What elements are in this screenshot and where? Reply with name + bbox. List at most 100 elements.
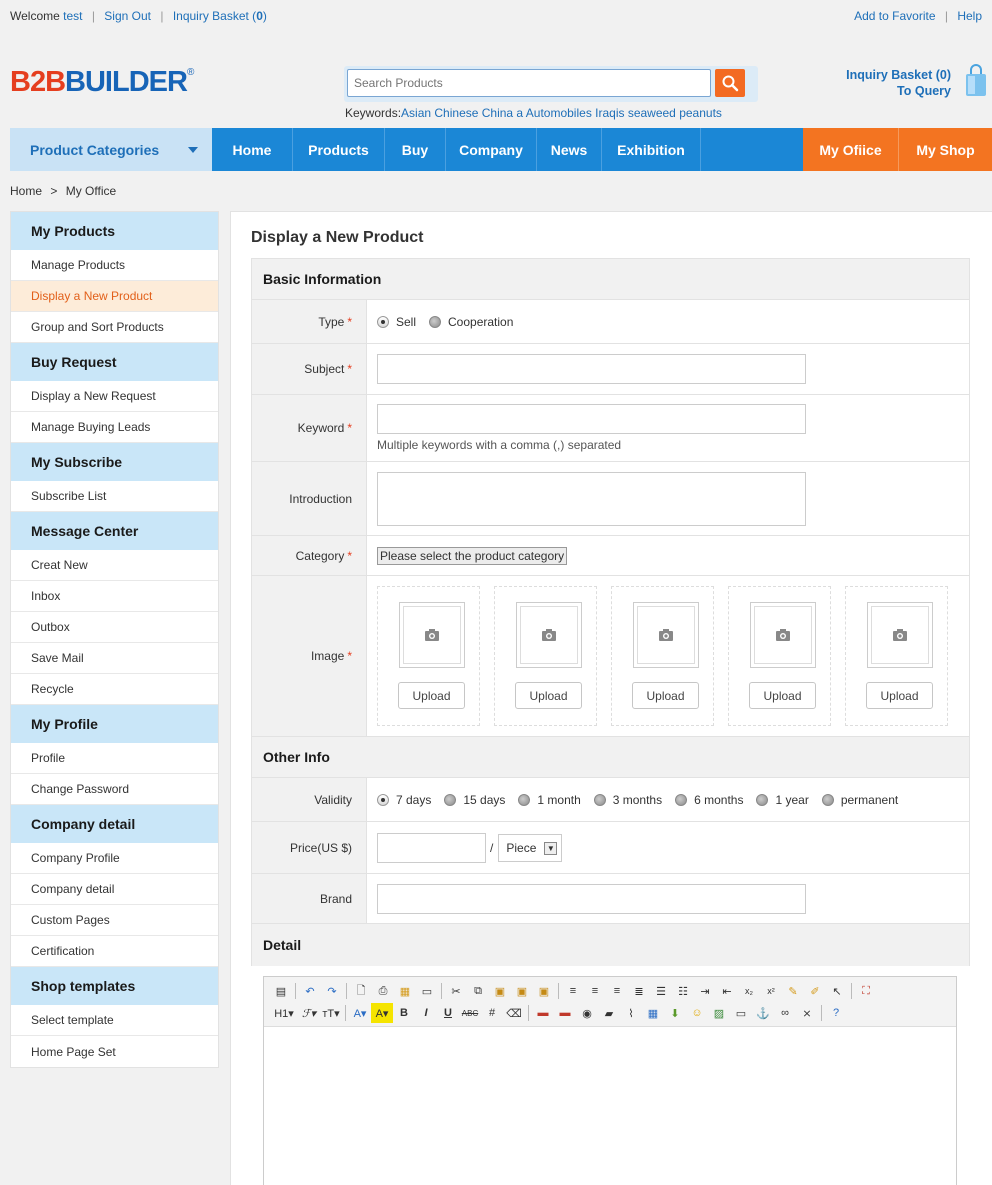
highlight-color-icon[interactable]: A▾ xyxy=(371,1003,393,1023)
sidebar-item-inbox[interactable]: Inbox xyxy=(11,581,218,612)
align-center-icon[interactable]: ≡ xyxy=(584,981,606,1001)
insert-image-icon[interactable]: ▬ xyxy=(532,1003,554,1023)
nav-item-my-shop[interactable]: My Shop xyxy=(899,128,992,171)
inquiry-basket-link[interactable]: Inquiry Basket (0) xyxy=(173,9,267,23)
emoticon-icon[interactable]: ☺ xyxy=(686,1003,708,1023)
radio-1-month[interactable]: 1 month xyxy=(518,793,581,807)
sidebar-item-company-detail[interactable]: Company detail xyxy=(11,874,218,905)
nav-item-home[interactable]: Home xyxy=(212,128,293,171)
nav-item-exhibition[interactable]: Exhibition xyxy=(602,128,701,171)
nav-item-buy[interactable]: Buy xyxy=(385,128,446,171)
fullscreen-icon[interactable]: ⛶ xyxy=(855,981,877,1001)
nav-item-news[interactable]: News xyxy=(537,128,602,171)
link-icon[interactable]: ∞ xyxy=(774,1003,796,1023)
sidebar-item-outbox[interactable]: Outbox xyxy=(11,612,218,643)
superscript-icon[interactable]: x² xyxy=(760,981,782,1001)
search-input[interactable] xyxy=(347,69,711,97)
add-favorite-link[interactable]: Add to Favorite xyxy=(854,9,935,23)
media-icon[interactable]: ▰ xyxy=(598,1003,620,1023)
font-color-icon[interactable]: A▾ xyxy=(349,1003,371,1023)
underline-icon[interactable]: U xyxy=(437,1003,459,1023)
subscript-icon[interactable]: x₂ xyxy=(738,981,760,1001)
sidebar-item-group-sort-products[interactable]: Group and Sort Products xyxy=(11,312,218,343)
cut-icon[interactable]: ✂ xyxy=(445,981,467,1001)
sign-out-link[interactable]: Sign Out xyxy=(104,9,151,23)
paste-word-icon[interactable]: ▣ xyxy=(533,981,555,1001)
upload-button[interactable]: Upload xyxy=(632,682,699,709)
sidebar-item-manage-products[interactable]: Manage Products xyxy=(11,250,218,281)
align-justify-icon[interactable]: ≣ xyxy=(628,981,650,1001)
font-family-icon[interactable]: ℱ▾ xyxy=(298,1003,320,1023)
site-logo[interactable]: B2BBUILDER® xyxy=(10,68,194,97)
upload-button[interactable]: Upload xyxy=(398,682,465,709)
sidebar-item-change-password[interactable]: Change Password xyxy=(11,774,218,805)
heading-icon[interactable]: H1▾ xyxy=(270,1003,298,1023)
align-right-icon[interactable]: ≡ xyxy=(606,981,628,1001)
attachment-icon[interactable]: ⌇ xyxy=(620,1003,642,1023)
radio-7-days[interactable]: 7 days xyxy=(377,793,431,807)
source-icon[interactable]: ▤ xyxy=(270,981,292,1001)
template-icon[interactable]: ▦ xyxy=(394,981,416,1001)
hr-icon[interactable]: # xyxy=(481,1003,503,1023)
editor-content-area[interactable] xyxy=(264,1027,956,1185)
italic-icon[interactable]: I xyxy=(415,1003,437,1023)
eraser-icon[interactable]: ⌫ xyxy=(503,1003,525,1023)
sidebar-item-company-profile[interactable]: Company Profile xyxy=(11,843,218,874)
cursor-icon[interactable]: ↖ xyxy=(826,981,848,1001)
font-size-icon[interactable]: тT▾ xyxy=(320,1003,342,1023)
outdent-icon[interactable]: ⇤ xyxy=(716,981,738,1001)
sidebar-item-profile[interactable]: Profile xyxy=(11,743,218,774)
insert-multi-image-icon[interactable]: ▬ xyxy=(554,1003,576,1023)
preview-icon[interactable]: 🗋 xyxy=(350,981,372,1001)
brand-input[interactable] xyxy=(377,883,806,914)
to-query-link[interactable]: To Query xyxy=(846,83,951,99)
user-link[interactable]: test xyxy=(63,9,82,23)
unordered-list-icon[interactable]: ☷ xyxy=(672,981,694,1001)
align-left-icon[interactable]: ≡ xyxy=(562,981,584,1001)
sidebar-item-display-new-request[interactable]: Display a New Request xyxy=(11,381,218,412)
sidebar-item-recycle[interactable]: Recycle xyxy=(11,674,218,705)
anchor-icon[interactable]: ⚓ xyxy=(752,1003,774,1023)
indent-icon[interactable]: ⇥ xyxy=(694,981,716,1001)
redo-icon[interactable]: ↷ xyxy=(321,981,343,1001)
code-icon[interactable]: ▭ xyxy=(416,981,438,1001)
nav-item-company[interactable]: Company xyxy=(446,128,537,171)
upload-button[interactable]: Upload xyxy=(515,682,582,709)
inquiry-basket[interactable]: Inquiry Basket (0) To Query xyxy=(846,67,951,99)
breadcrumb-home[interactable]: Home xyxy=(10,184,42,198)
radio-cooperation[interactable]: Cooperation xyxy=(429,315,513,329)
sidebar-item-save-mail[interactable]: Save Mail xyxy=(11,643,218,674)
pagebreak-icon[interactable]: ▭ xyxy=(730,1003,752,1023)
copy-icon[interactable]: ⧉ xyxy=(467,981,489,1001)
radio-6-months[interactable]: 6 months xyxy=(675,793,743,807)
select-all-icon[interactable]: ✐ xyxy=(804,981,826,1001)
print-icon[interactable]: ⎙ xyxy=(372,981,394,1001)
help-icon[interactable]: ? xyxy=(825,1003,847,1023)
select-category-button[interactable]: Please select the product category xyxy=(377,546,568,565)
radio-3-months[interactable]: 3 months xyxy=(593,793,662,807)
unlink-icon[interactable]: ⨯ xyxy=(796,1003,818,1023)
sidebar-item-display-new-product[interactable]: Display a New Product xyxy=(11,281,218,312)
upload-button[interactable]: Upload xyxy=(749,682,816,709)
upload-button[interactable]: Upload xyxy=(866,682,933,709)
sidebar-item-select-template[interactable]: Select template xyxy=(11,1005,218,1036)
radio-15-days[interactable]: 15 days xyxy=(444,793,505,807)
sidebar-item-manage-buying-leads[interactable]: Manage Buying Leads xyxy=(11,412,218,443)
table-icon[interactable]: ▦ xyxy=(642,1003,664,1023)
ordered-list-icon[interactable]: ☰ xyxy=(650,981,672,1001)
introduction-textarea[interactable] xyxy=(377,471,806,526)
sidebar-item-home-page-set[interactable]: Home Page Set xyxy=(11,1036,218,1067)
clear-format-icon[interactable]: ✎ xyxy=(782,981,804,1001)
flash-icon[interactable]: ◉ xyxy=(576,1003,598,1023)
sidebar-item-subscribe-list[interactable]: Subscribe List xyxy=(11,481,218,512)
page-break-icon[interactable]: ⬇ xyxy=(664,1003,686,1023)
keyword-input[interactable] xyxy=(377,404,806,434)
sidebar-item-creat-new[interactable]: Creat New xyxy=(11,550,218,581)
nav-item-my-office[interactable]: My Ofiice xyxy=(803,128,899,171)
sidebar-item-certification[interactable]: Certification xyxy=(11,936,218,967)
keywords-list[interactable]: Asian Chinese China a Automobiles Iraqis… xyxy=(401,106,722,120)
paste-icon[interactable]: ▣ xyxy=(489,981,511,1001)
subject-input[interactable] xyxy=(377,354,806,384)
price-input[interactable] xyxy=(377,832,486,863)
product-categories-dropdown[interactable]: Product Categories xyxy=(10,128,212,171)
